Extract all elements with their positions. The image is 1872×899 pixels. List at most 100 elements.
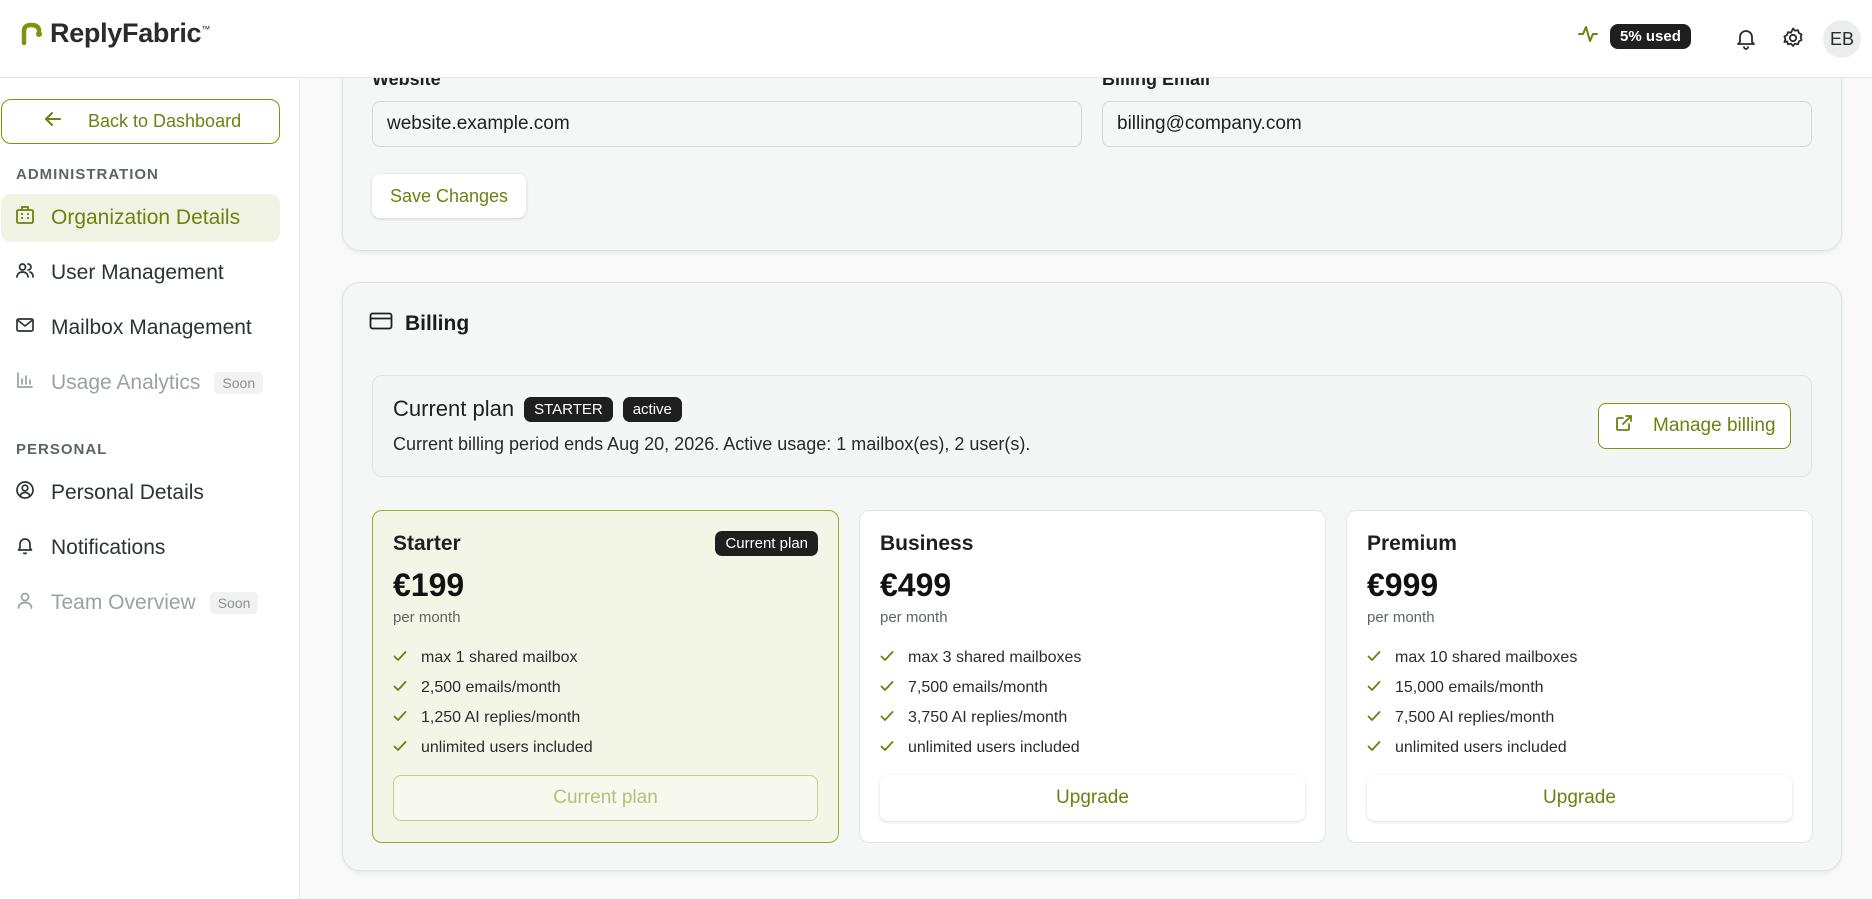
- feature-item: 7,500 emails/month: [880, 673, 1081, 703]
- current-plan-label: Current plan: [393, 396, 515, 421]
- check-icon: [393, 709, 407, 727]
- feature-item: max 3 shared mailboxes: [880, 643, 1081, 673]
- avatar[interactable]: EB: [1823, 20, 1861, 58]
- app-name-text: ReplyFabric: [50, 18, 202, 48]
- upgrade-business-button[interactable]: Upgrade: [880, 775, 1305, 821]
- billing-period-description: Current billing period ends Aug 20, 2026…: [393, 434, 1031, 454]
- feature-text: max 3 shared mailboxes: [908, 649, 1082, 666]
- sidebar-item-usage-analytics: Usage Analytics Soon: [1, 359, 280, 407]
- check-icon: [393, 739, 407, 757]
- sidebar-item-label: Mailbox Management: [51, 316, 252, 339]
- billing-email-field[interactable]: billing@company.com: [1102, 101, 1812, 147]
- feature-item: 3,750 AI replies/month: [880, 703, 1081, 733]
- check-icon: [880, 679, 894, 697]
- sidebar: Back to Dashboard ADMINISTRATION Organiz…: [0, 78, 300, 899]
- sidebar-item-organization-details[interactable]: Organization Details: [1, 194, 280, 242]
- plan-name: Business: [880, 532, 974, 555]
- website-field[interactable]: website.example.com: [372, 101, 1082, 147]
- app-name: ReplyFabric™: [50, 18, 210, 49]
- back-to-dashboard-button[interactable]: Back to Dashboard: [1, 99, 280, 144]
- activity-icon: [1578, 24, 1598, 49]
- current-plan-summary: Current plan STARTER active Current bill…: [372, 375, 1812, 477]
- current-plan-badge: Current plan: [715, 531, 818, 556]
- plan-name: Starter: [393, 532, 461, 555]
- building-icon: [15, 205, 35, 231]
- plan-name: Premium: [1367, 532, 1457, 555]
- soon-badge: Soon: [214, 372, 264, 394]
- feature-text: max 1 shared mailbox: [421, 649, 578, 666]
- feature-item: unlimited users included: [1367, 733, 1577, 763]
- plan-price: €999: [1367, 567, 1439, 603]
- website-label: Website: [372, 78, 441, 89]
- check-icon: [1367, 649, 1381, 667]
- feature-text: 7,500 AI replies/month: [1395, 709, 1555, 726]
- billing-email-label: Billing Email: [1102, 78, 1211, 89]
- sidebar-item-team-overview: Team Overview Soon: [1, 579, 280, 627]
- feature-list: max 10 shared mailboxes 15,000 emails/mo…: [1367, 643, 1577, 763]
- sidebar-item-label: Notifications: [51, 536, 166, 559]
- sidebar-item-user-management[interactable]: User Management: [1, 249, 280, 297]
- billing-card: Billing Current plan STARTER active Curr…: [342, 282, 1842, 871]
- logo[interactable]: ReplyFabric™: [20, 18, 210, 49]
- plan-badge: STARTER: [524, 396, 613, 422]
- plan-period: per month: [1367, 609, 1435, 626]
- users-icon: [15, 260, 35, 286]
- plan-card-business: Business €499 per month max 3 shared mai…: [859, 510, 1326, 843]
- bell-icon[interactable]: [1732, 24, 1760, 52]
- arrow-left-icon: [44, 111, 62, 132]
- feature-list: max 1 shared mailbox 2,500 emails/month …: [393, 643, 593, 763]
- feature-text: unlimited users included: [421, 739, 593, 756]
- upgrade-premium-button[interactable]: Upgrade: [1367, 775, 1792, 821]
- section-label-personal: PERSONAL: [16, 441, 108, 458]
- sidebar-item-mailbox-management[interactable]: Mailbox Management: [1, 304, 280, 352]
- top-bar: ReplyFabric™ 5% used EB: [0, 0, 1872, 78]
- billing-title: Billing: [369, 311, 469, 337]
- save-changes-button[interactable]: Save Changes: [372, 174, 526, 218]
- check-icon: [1367, 739, 1381, 757]
- user-icon: [15, 590, 35, 616]
- logo-mark-icon: [20, 21, 44, 47]
- feature-item: max 10 shared mailboxes: [1367, 643, 1577, 673]
- feature-item: 15,000 emails/month: [1367, 673, 1577, 703]
- feature-item: 7,500 AI replies/month: [1367, 703, 1577, 733]
- sidebar-item-label: Team Overview: [51, 591, 196, 614]
- main-content: Website website.example.com Billing Emai…: [301, 78, 1872, 899]
- gear-icon[interactable]: [1779, 24, 1807, 52]
- usage-indicator[interactable]: 5% used: [1578, 24, 1691, 49]
- bar-chart-icon: [15, 370, 35, 396]
- feature-text: unlimited users included: [1395, 739, 1567, 756]
- sidebar-item-label: User Management: [51, 261, 224, 284]
- back-to-dashboard-label: Back to Dashboard: [88, 111, 242, 131]
- plan-period: per month: [393, 609, 461, 626]
- feature-text: 3,750 AI replies/month: [908, 709, 1068, 726]
- bell-icon: [15, 535, 35, 561]
- plan-price: €199: [393, 567, 465, 603]
- external-link-icon: [1615, 414, 1633, 438]
- feature-item: max 1 shared mailbox: [393, 643, 593, 673]
- manage-billing-button[interactable]: Manage billing: [1598, 403, 1791, 449]
- mail-icon: [15, 315, 35, 341]
- soon-badge: Soon: [209, 592, 259, 614]
- organization-form-card: Website website.example.com Billing Emai…: [342, 78, 1842, 251]
- feature-text: unlimited users included: [908, 739, 1080, 756]
- sidebar-item-label: Usage Analytics: [51, 371, 201, 394]
- check-icon: [1367, 679, 1381, 697]
- status-badge: active: [622, 396, 682, 422]
- check-icon: [393, 649, 407, 667]
- sidebar-item-notifications[interactable]: Notifications: [1, 524, 280, 572]
- feature-item: 1,250 AI replies/month: [393, 703, 593, 733]
- feature-item: 2,500 emails/month: [393, 673, 593, 703]
- check-icon: [1367, 709, 1381, 727]
- sidebar-item-personal-details[interactable]: Personal Details: [1, 469, 280, 517]
- credit-card-icon: [369, 311, 393, 337]
- trademark: ™: [201, 24, 210, 34]
- manage-billing-label: Manage billing: [1653, 415, 1776, 436]
- check-icon: [393, 679, 407, 697]
- feature-text: 7,500 emails/month: [908, 679, 1048, 696]
- feature-text: 15,000 emails/month: [1395, 679, 1544, 696]
- check-icon: [880, 649, 894, 667]
- feature-text: 2,500 emails/month: [421, 679, 561, 696]
- check-icon: [880, 709, 894, 727]
- check-icon: [880, 739, 894, 757]
- feature-item: unlimited users included: [393, 733, 593, 763]
